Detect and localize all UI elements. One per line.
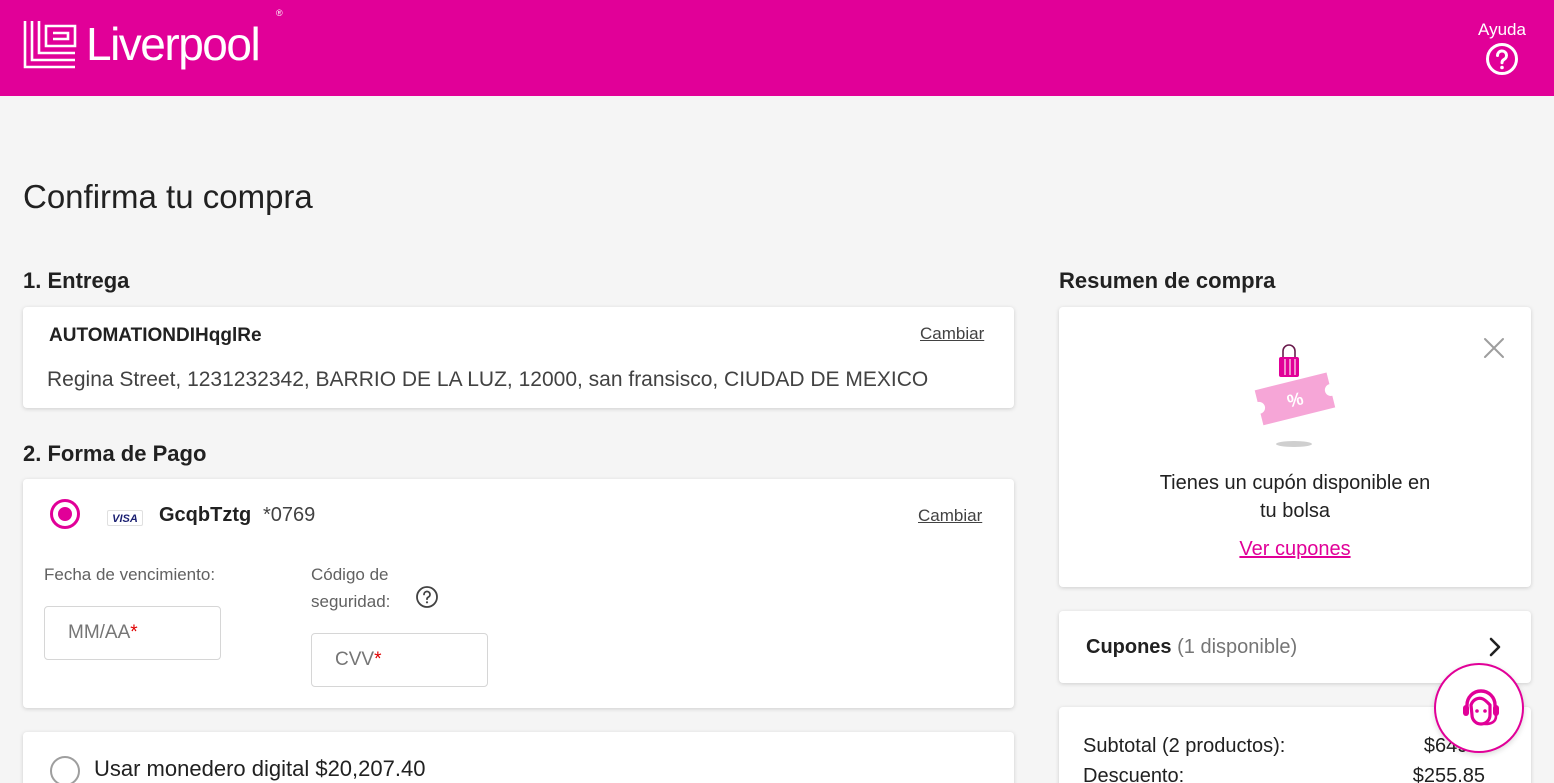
coupons-count: (1 disponible): [1177, 636, 1298, 658]
question-help-icon[interactable]: [415, 585, 439, 609]
card-last-digits: *0769: [263, 504, 316, 526]
coupon-banner: % Tienes un cupón disponible en tu bolsa…: [1059, 307, 1531, 587]
security-code-label-line1: Código de: [311, 565, 389, 584]
registered-mark: ®: [276, 8, 283, 18]
help-circle-icon: [1486, 43, 1518, 75]
coupons-title: Cupones: [1086, 636, 1172, 658]
security-code-label-line2: seguridad:: [311, 592, 391, 611]
close-icon[interactable]: [1483, 337, 1505, 359]
subtotal-label: Subtotal (2 productos):: [1083, 735, 1286, 757]
card-holder-name: GcqbTztg: [159, 504, 252, 526]
card-radio-selected[interactable]: [50, 499, 80, 529]
support-agent-icon: [1463, 689, 1499, 726]
coupons-label: Cupones (1 disponible): [1086, 636, 1297, 659]
liverpool-logo-mark: [23, 21, 77, 69]
coupon-bag-icon: %: [1254, 344, 1336, 447]
cvv-placeholder: CVV: [335, 649, 375, 670]
help-label: Ayuda: [1478, 20, 1526, 39]
liverpool-logo[interactable]: Liverpool: [22, 18, 261, 70]
view-coupons-link[interactable]: Ver cupones: [1239, 538, 1350, 560]
discount-label: Descuento:: [1083, 765, 1185, 783]
summary-section-title: Resumen de compra: [1059, 268, 1276, 293]
subtotal-row: Subtotal (2 productos): $649.0: [1083, 735, 1485, 758]
delivery-address: Regina Street, 1231232342, BARRIO DE LA …: [47, 368, 929, 391]
expiry-input[interactable]: MM/AA*: [44, 606, 221, 660]
payment-section-title: 2. Forma de Pago: [23, 441, 207, 466]
cvv-input[interactable]: CVV*: [311, 633, 488, 687]
recipient-name: AUTOMATIONDIHqglRe: [49, 325, 262, 346]
help-button[interactable]: Ayuda: [1472, 20, 1532, 81]
change-payment-link[interactable]: Cambiar: [918, 506, 982, 526]
coupon-message-line1: Tienes un cupón disponible en: [1159, 472, 1431, 494]
wallet-label: Usar monedero digital $20,207.40: [94, 756, 426, 781]
required-mark: *: [374, 649, 382, 670]
support-chat-button[interactable]: [1434, 663, 1524, 753]
coupon-message: Tienes un cupón disponible en tu bolsa: [1059, 469, 1531, 525]
change-address-link[interactable]: Cambiar: [920, 324, 984, 344]
coupon-link-row: Ver cupones: [1059, 538, 1531, 561]
digital-wallet-card: Usar monedero digital $20,207.40: [23, 732, 1014, 783]
required-mark: *: [130, 622, 138, 643]
delivery-section-title: 1. Entrega: [23, 268, 130, 293]
page-title: Confirma tu compra: [23, 178, 313, 215]
coupon-message-line2: tu bolsa: [1259, 500, 1331, 522]
delivery-address-card: AUTOMATIONDIHqglRe Cambiar Regina Street…: [23, 307, 1014, 408]
visa-icon: VISA: [107, 510, 143, 526]
chevron-right-icon: [1489, 637, 1501, 657]
brand-name: Liverpool: [86, 18, 261, 70]
top-header: Liverpool ® Ayuda: [0, 0, 1554, 96]
discount-value: $255.85: [1412, 765, 1485, 783]
payment-card: VISA GcqbTztg *0769 Cambiar Fecha de ven…: [23, 479, 1014, 708]
expiry-placeholder: MM/AA: [68, 622, 131, 643]
discount-row: Descuento: $255.85: [1083, 765, 1485, 783]
expiry-label: Fecha de vencimiento:: [44, 565, 216, 584]
wallet-radio[interactable]: [50, 756, 80, 783]
